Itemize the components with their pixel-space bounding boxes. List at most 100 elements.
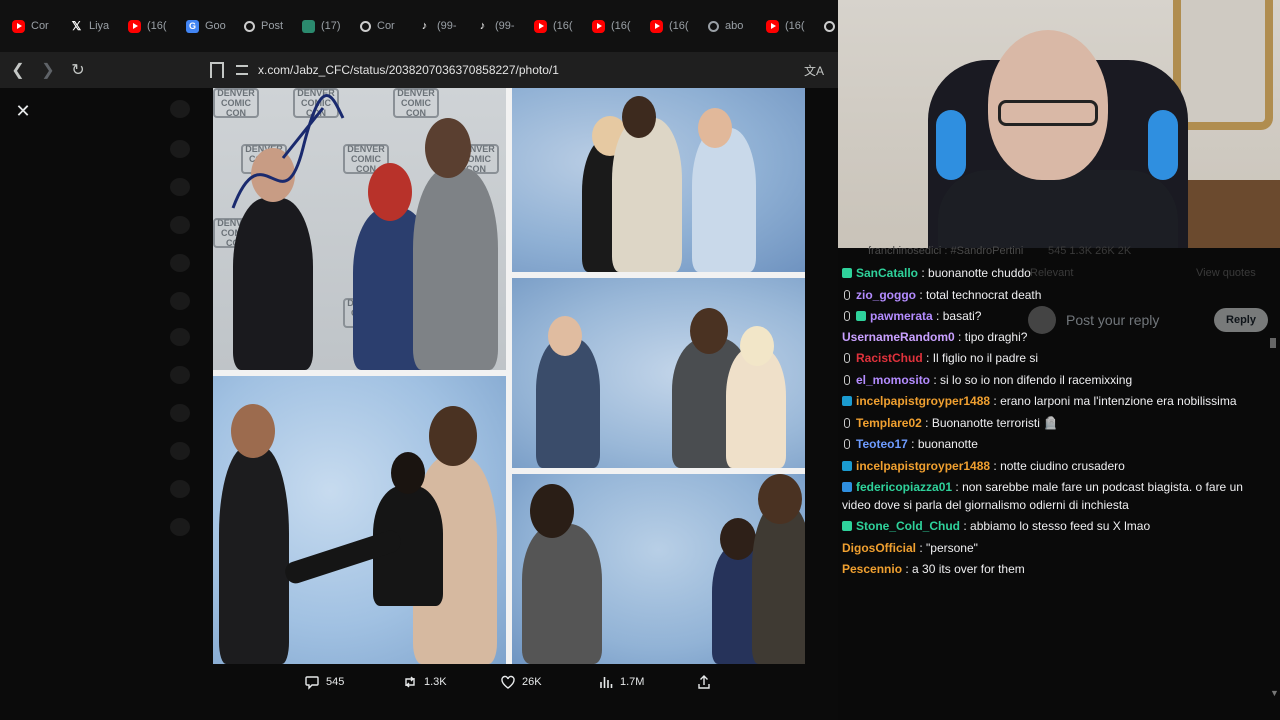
browser-tab[interactable]: ♪ (99- — [412, 12, 470, 40]
share-icon — [698, 675, 710, 689]
chat-message: incelpapistgroyper1488 : erano larponi m… — [842, 392, 1272, 410]
forward-button[interactable]: ❯ — [36, 58, 60, 82]
chat-text: basati? — [942, 309, 982, 323]
back-button[interactable]: ❮ — [6, 58, 30, 82]
share-action[interactable] — [696, 674, 712, 690]
reload-icon: ↻ — [71, 62, 85, 79]
close-button[interactable]: ✕ — [12, 100, 34, 122]
chat-text: erano larponi ma l'intenzione era nobili… — [1000, 394, 1237, 408]
chat-text: buonanotte chuddo — [928, 266, 1031, 280]
media-viewer: ✕ DENVER COMIC CON DENVER COMIC CON DENV… — [0, 88, 838, 720]
chat-username[interactable]: Stone_Cold_Chud — [856, 519, 960, 533]
chat-text: a 30 its over for them — [912, 562, 1025, 576]
site-info-icon[interactable] — [236, 65, 248, 75]
browser-tab[interactable]: Cor — [354, 12, 412, 40]
person-figure — [536, 338, 600, 468]
views-icon — [600, 677, 613, 688]
browser-tab[interactable]: Cor — [6, 12, 64, 40]
screen: Cor 𝕏 Liya (16(G Goo Post (17) Cor ♪ (99- ♪ (99- (16… — [0, 0, 1280, 720]
person-head — [231, 404, 275, 458]
chat-message: UsernameRandom0 : tipo draghi? — [842, 328, 1272, 346]
youtube-icon — [12, 19, 25, 33]
views-action[interactable]: 1.7M — [598, 674, 644, 690]
chat-badge-sub-icon — [842, 268, 852, 278]
chat-badge-sub-icon — [856, 311, 866, 321]
photo-panel-bottom-left — [213, 376, 506, 664]
repost-icon — [405, 676, 415, 688]
chat-text: "persone" — [926, 541, 978, 555]
chat-username[interactable]: federicopiazza01 — [856, 480, 952, 494]
chat-separator: : — [916, 541, 927, 555]
person-head — [720, 518, 756, 560]
chat-username[interactable]: el_momosito — [856, 373, 930, 387]
reply-icon — [305, 676, 319, 690]
browser-tab-label: (16( — [785, 20, 805, 32]
reply-count: 545 — [326, 676, 345, 688]
person-head — [740, 326, 774, 366]
bookmark-icon[interactable] — [210, 62, 224, 78]
scrollbar-thumb[interactable] — [1270, 338, 1276, 348]
browser-tab-label: (16( — [553, 20, 573, 32]
browser-tab[interactable]: (16( — [122, 12, 180, 40]
person-figure — [612, 118, 682, 272]
ghost-chat-top: franchinosedici : #SandroPertini — [868, 245, 1024, 257]
chat-message: SanCatallo : buonanotte chuddo — [842, 264, 1272, 282]
youtube-icon — [766, 19, 779, 33]
chat-badge-vip-icon — [842, 482, 852, 492]
reply-action[interactable]: 545 — [304, 674, 344, 690]
person-figure — [413, 168, 498, 370]
translate-icon[interactable]: 文A — [804, 62, 824, 79]
post-photo[interactable]: DENVER COMIC CON DENVER COMIC CON DENVER… — [213, 88, 805, 664]
browser-tab[interactable]: (16( — [586, 12, 644, 40]
browser-tab[interactable]: Post — [238, 12, 296, 40]
person-head — [690, 308, 728, 354]
browser-tab[interactable]: 𝕏 Liya — [64, 12, 122, 40]
person-head — [425, 118, 471, 178]
chat-message: el_momosito : si lo so io non difendo il… — [842, 371, 1272, 389]
person-head — [391, 452, 425, 494]
chat-username[interactable]: Templare02 — [856, 416, 922, 430]
person-head — [368, 163, 412, 221]
faded-sidebar — [160, 88, 220, 720]
browser-tab[interactable] — [818, 12, 838, 40]
browser-tab[interactable]: (16( — [528, 12, 586, 40]
chat-separator: : — [918, 266, 929, 280]
threads-icon — [824, 20, 835, 32]
browser-tab[interactable]: abo — [702, 12, 760, 40]
browser-tab-label: Post — [261, 20, 284, 32]
wall-mirror — [1173, 0, 1273, 130]
browser-tab-label: Cor — [31, 20, 49, 32]
autograph-scribble — [231, 94, 345, 209]
x-icon: 𝕏 — [71, 19, 82, 33]
address-bar[interactable]: x.com/Jabz_CFC/status/203820703637085822… — [236, 56, 830, 84]
browser-tab[interactable]: (17) — [296, 12, 354, 40]
browser-tab[interactable]: G Goo — [180, 12, 238, 40]
browser-tab-label: (16( — [147, 20, 167, 32]
chat-username[interactable]: Pescennio — [842, 562, 902, 576]
chat-username[interactable]: zio_goggo — [856, 288, 916, 302]
chat-separator: : — [990, 394, 1001, 408]
chat-username[interactable]: Teoteo17 — [856, 437, 908, 451]
browser-tab-label: (16( — [669, 20, 689, 32]
chat-username[interactable]: RacistChud — [856, 351, 923, 365]
chat-username[interactable]: SanCatallo — [856, 266, 918, 280]
reload-button[interactable]: ↻ — [66, 58, 90, 82]
chat-username[interactable]: DigosOfficial — [842, 541, 916, 555]
globe-icon — [708, 20, 719, 32]
chat-username[interactable]: incelpapistgroyper1488 — [856, 459, 990, 473]
browser-tab[interactable]: (16( — [644, 12, 702, 40]
chat-badge-prime-icon — [842, 461, 852, 471]
repost-action[interactable]: 1.3K — [402, 674, 447, 690]
browser-tab[interactable]: (16( — [760, 12, 818, 40]
browser-tab[interactable]: ♪ (99- — [470, 12, 528, 40]
chat-text: si lo so io non difendo il racemixxing — [940, 373, 1133, 387]
chat-username[interactable]: incelpapistgroyper1488 — [856, 394, 990, 408]
arrow-right-icon: ❯ — [41, 62, 55, 79]
chat-username[interactable]: UsernameRandom0 — [842, 330, 955, 344]
photo-panel-bottom-right — [512, 474, 805, 664]
like-action[interactable]: 26K — [500, 674, 542, 690]
scroll-down-arrow[interactable]: ▼ — [1270, 688, 1279, 698]
gaming-chair-accent — [1148, 110, 1178, 180]
chat-username[interactable]: pawmerata — [870, 309, 933, 323]
person-figure — [752, 504, 805, 664]
